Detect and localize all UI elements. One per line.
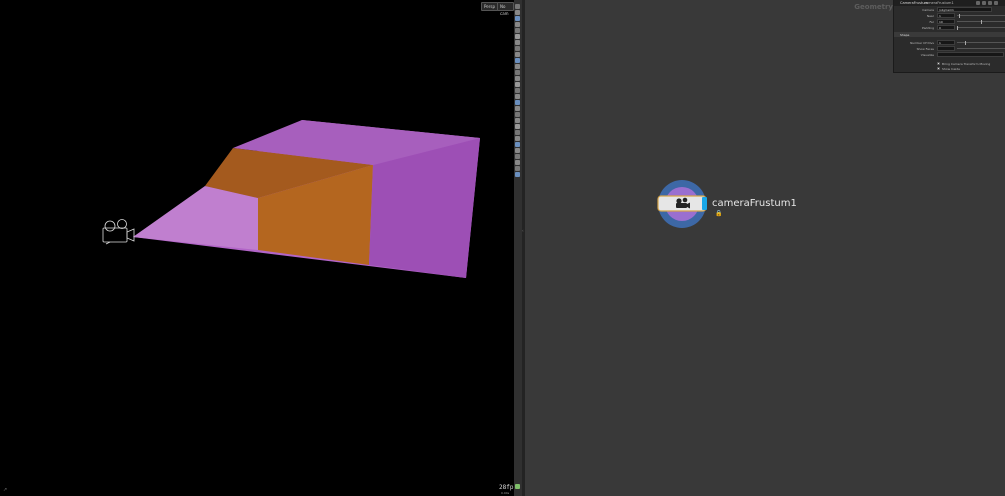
slider-knob[interactable] <box>965 41 966 45</box>
param-label: Show Faces <box>916 47 934 51</box>
divs-slider[interactable] <box>957 41 1005 45</box>
toolbar-tool-icon[interactable] <box>515 82 520 87</box>
padding-field[interactable]: 0 <box>937 25 955 30</box>
padding-slider[interactable] <box>957 26 1005 30</box>
toolbar-tool-icon[interactable] <box>515 100 520 105</box>
toolbar-tool-icon[interactable] <box>515 70 520 75</box>
divs-field[interactable]: 1 <box>937 40 955 45</box>
param-label: Far <box>929 20 934 24</box>
toolbar-tool-icon[interactable] <box>515 142 520 147</box>
toolbar-tool-icon[interactable] <box>515 148 520 153</box>
axis-indicator-icon: ↗ <box>3 487 8 493</box>
pane-collapse-icon[interactable]: ‹ <box>522 228 524 233</box>
toolbar-tool-icon[interactable] <box>515 94 520 99</box>
faces-slider[interactable] <box>957 48 1005 49</box>
slider-knob[interactable] <box>957 26 958 30</box>
toolbar-tool-icon[interactable] <box>515 4 520 9</box>
persp-button[interactable]: Persp <box>481 2 498 11</box>
toolbar-tool-icon[interactable] <box>515 160 520 165</box>
toolbar-tool-icon[interactable] <box>515 22 520 27</box>
lock-icon: 🔒 <box>715 210 723 217</box>
near-slider[interactable] <box>957 14 1005 18</box>
parameter-header: CameraFrustum cameraFrustum1 <box>894 0 1005 6</box>
toolbar-tool-icon[interactable] <box>515 16 520 21</box>
help-icon[interactable] <box>976 1 980 5</box>
node-name-field[interactable]: cameraFrustum1 <box>924 1 954 5</box>
section-title: Shape <box>900 33 910 37</box>
camera-frustum-node[interactable] <box>655 178 709 230</box>
param-label: Camera <box>922 8 934 12</box>
far-slider[interactable] <box>957 20 1005 24</box>
show-inside-checkbox[interactable] <box>937 67 940 70</box>
network-editor[interactable]: Geometry cameraFrustum1 🔒 <box>525 0 1005 496</box>
scene-viewport[interactable]: Persp No cam 28fps 0.04s ↗ <box>0 0 517 496</box>
toolbar-tool-icon[interactable] <box>515 46 520 51</box>
toolbar-tool-icon[interactable] <box>515 136 520 141</box>
toolbar-tool-icon[interactable] <box>515 88 520 93</box>
near-field[interactable]: 1 <box>937 13 955 18</box>
param-row-padding: Padding 0 <box>894 25 1005 31</box>
param-label: Near <box>926 14 934 18</box>
toolbar-tool-icon[interactable] <box>515 64 520 69</box>
toolbar-tool-icon[interactable] <box>515 130 520 135</box>
gear-icon[interactable] <box>982 1 986 5</box>
info-icon[interactable] <box>988 1 992 5</box>
toolbar-tool-icon[interactable] <box>515 106 520 111</box>
frustum-left-face <box>133 186 258 250</box>
camera-path-field[interactable]: /obj/cam1 <box>937 7 992 12</box>
toolbar-tool-icon[interactable] <box>515 10 520 15</box>
faces-field[interactable] <box>937 46 955 51</box>
visualize-field[interactable] <box>937 52 1004 57</box>
toolbar-tool-icon[interactable] <box>515 52 520 57</box>
pin-icon[interactable] <box>994 1 998 5</box>
parameter-panel: CameraFrustum cameraFrustum1 Camera /obj… <box>893 0 1005 73</box>
toolbar-tool-icon[interactable] <box>515 40 520 45</box>
toolbar-tool-icon[interactable] <box>515 118 520 123</box>
toolbar-tool-icon[interactable] <box>515 166 520 171</box>
toolbar-display-icon[interactable] <box>515 484 520 489</box>
toolbar-tool-icon[interactable] <box>515 172 520 177</box>
toolbar-tool-icon[interactable] <box>515 124 520 129</box>
frame-time-readout: 0.04s <box>501 491 510 495</box>
shape-section-header[interactable]: Shape <box>894 32 1005 37</box>
param-label: Visualize <box>920 53 934 57</box>
camera-object-icon[interactable] <box>102 219 135 245</box>
toolbar-tool-icon[interactable] <box>515 34 520 39</box>
checkbox-label: Show Inside <box>942 67 960 71</box>
move-camera-checkbox[interactable] <box>937 62 940 65</box>
toolbar-tool-icon[interactable] <box>515 28 520 33</box>
toolbar-tool-icon[interactable] <box>515 76 520 81</box>
slider-knob[interactable] <box>981 20 982 24</box>
far-field[interactable]: 10 <box>937 19 955 24</box>
checkbox-label: Bring Camera Transform Moving <box>942 62 991 66</box>
viewport-scene <box>102 120 480 278</box>
param-label: Number Of Divs <box>910 41 934 45</box>
node-name-label[interactable]: cameraFrustum1 <box>712 198 797 209</box>
toolbar-tool-icon[interactable] <box>515 154 520 159</box>
toolbar-tool-icon[interactable] <box>515 112 520 117</box>
toolbar-tool-icon[interactable] <box>515 58 520 63</box>
slider-knob[interactable] <box>959 14 960 18</box>
camera-icon <box>657 180 707 228</box>
param-label: Padding <box>922 26 934 30</box>
network-context-label: Geometry <box>854 3 893 11</box>
param-row-visualize: Visualize <box>894 52 1005 58</box>
camera-menu-button[interactable]: No cam <box>497 2 514 16</box>
